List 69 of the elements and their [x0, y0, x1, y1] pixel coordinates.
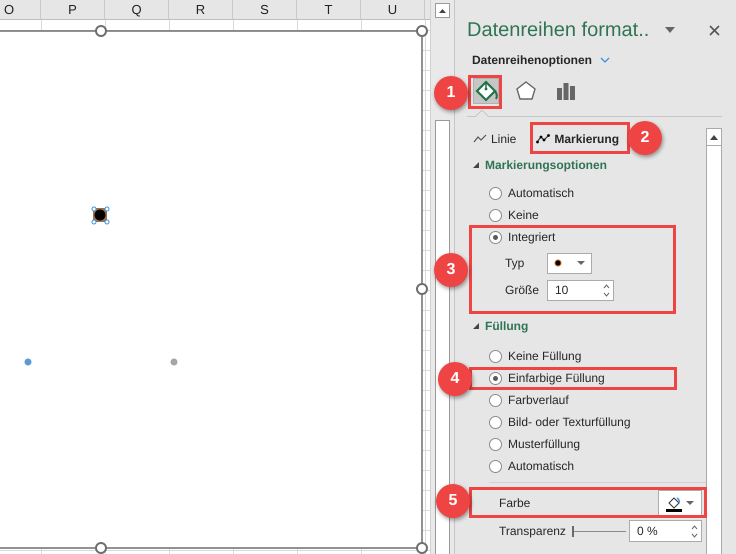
resize-handle[interactable]: [416, 542, 428, 554]
marker-type-dropdown[interactable]: [547, 252, 592, 274]
transparency-field[interactable]: 0 %: [629, 520, 702, 542]
pane-options-button[interactable]: [665, 27, 675, 33]
column-header[interactable]: O: [0, 0, 41, 19]
radio-button[interactable]: [489, 394, 502, 406]
data-point[interactable]: [24, 358, 32, 366]
radio-label[interactable]: Einfarbige Füllung: [508, 369, 605, 387]
scroll-up-button[interactable]: [435, 3, 450, 18]
radio-label[interactable]: Keine Füllung: [508, 347, 582, 365]
column-header[interactable]: U: [361, 0, 425, 19]
column-header[interactable]: P: [41, 0, 105, 19]
radio-button[interactable]: [489, 186, 502, 200]
fill-color-icon: [666, 494, 682, 512]
color-picker-button[interactable]: [658, 490, 702, 516]
radio-button[interactable]: [489, 230, 502, 244]
field-label: Transparenz: [499, 523, 566, 540]
bucket-icon: [474, 79, 498, 103]
slider-thumb[interactable]: [572, 526, 574, 536]
size-spin-field[interactable]: 10: [547, 280, 614, 300]
caret-icon: [665, 27, 675, 33]
caret-icon: [686, 501, 694, 505]
category-tab[interactable]: [473, 78, 499, 104]
resize-handle[interactable]: [95, 25, 107, 37]
expand-icon[interactable]: [473, 323, 479, 329]
up-arrow-icon: [439, 8, 446, 12]
radio-label[interactable]: Musterfüllung: [508, 435, 580, 453]
column-header[interactable]: Q: [105, 0, 169, 19]
field-label: Größe: [505, 282, 540, 299]
caret-icon: [577, 261, 585, 265]
spin-arrows-icon[interactable]: [691, 524, 698, 538]
field-label: Typ: [505, 255, 526, 272]
column-header[interactable]: S: [233, 0, 297, 19]
tab[interactable]: Linie: [469, 128, 520, 150]
radio-label[interactable]: Integriert: [508, 228, 556, 246]
tab[interactable]: Markierung: [532, 128, 624, 150]
spin-arrows-icon[interactable]: [603, 284, 610, 296]
selected-marker[interactable]: [92, 206, 110, 224]
resize-handle[interactable]: [95, 542, 107, 554]
up-arrow-icon[interactable]: [710, 134, 718, 140]
highlight-frame: [468, 75, 502, 109]
section-header[interactable]: Füllung: [485, 317, 528, 335]
radio-label[interactable]: Automatisch: [508, 184, 574, 202]
resize-handle[interactable]: [416, 283, 428, 295]
chevron-icon[interactable]: [600, 57, 610, 63]
radio-button[interactable]: [489, 372, 502, 384]
radio-button[interactable]: [489, 460, 502, 472]
pane-title: Datenreihen format..: [467, 18, 650, 43]
close-icon: [709, 24, 720, 36]
field-label: Farbe: [499, 495, 530, 512]
marker-icon: [554, 259, 562, 267]
radio-button[interactable]: [489, 350, 502, 362]
scroll-bar[interactable]: [706, 128, 722, 554]
line-icon: [473, 134, 487, 144]
radio-button[interactable]: [489, 416, 502, 428]
section-header[interactable]: Markierungsoptionen: [485, 156, 608, 174]
radio-label[interactable]: Automatisch: [508, 457, 574, 475]
close-button[interactable]: [709, 24, 720, 36]
marker-line-icon: [536, 134, 550, 144]
radio-label[interactable]: Keine: [508, 206, 539, 224]
options-menu[interactable]: Datenreihenoptionen: [472, 48, 592, 72]
radio-label[interactable]: Farbverlauf: [508, 391, 569, 409]
column-header[interactable]: R: [169, 0, 233, 19]
radio-button[interactable]: [489, 438, 502, 450]
radio-label[interactable]: Bild- oder Texturfüllung: [508, 413, 631, 431]
expand-icon[interactable]: [473, 162, 479, 168]
resize-handle[interactable]: [416, 25, 428, 37]
column-header[interactable]: T: [297, 0, 361, 19]
radio-button[interactable]: [489, 208, 502, 222]
